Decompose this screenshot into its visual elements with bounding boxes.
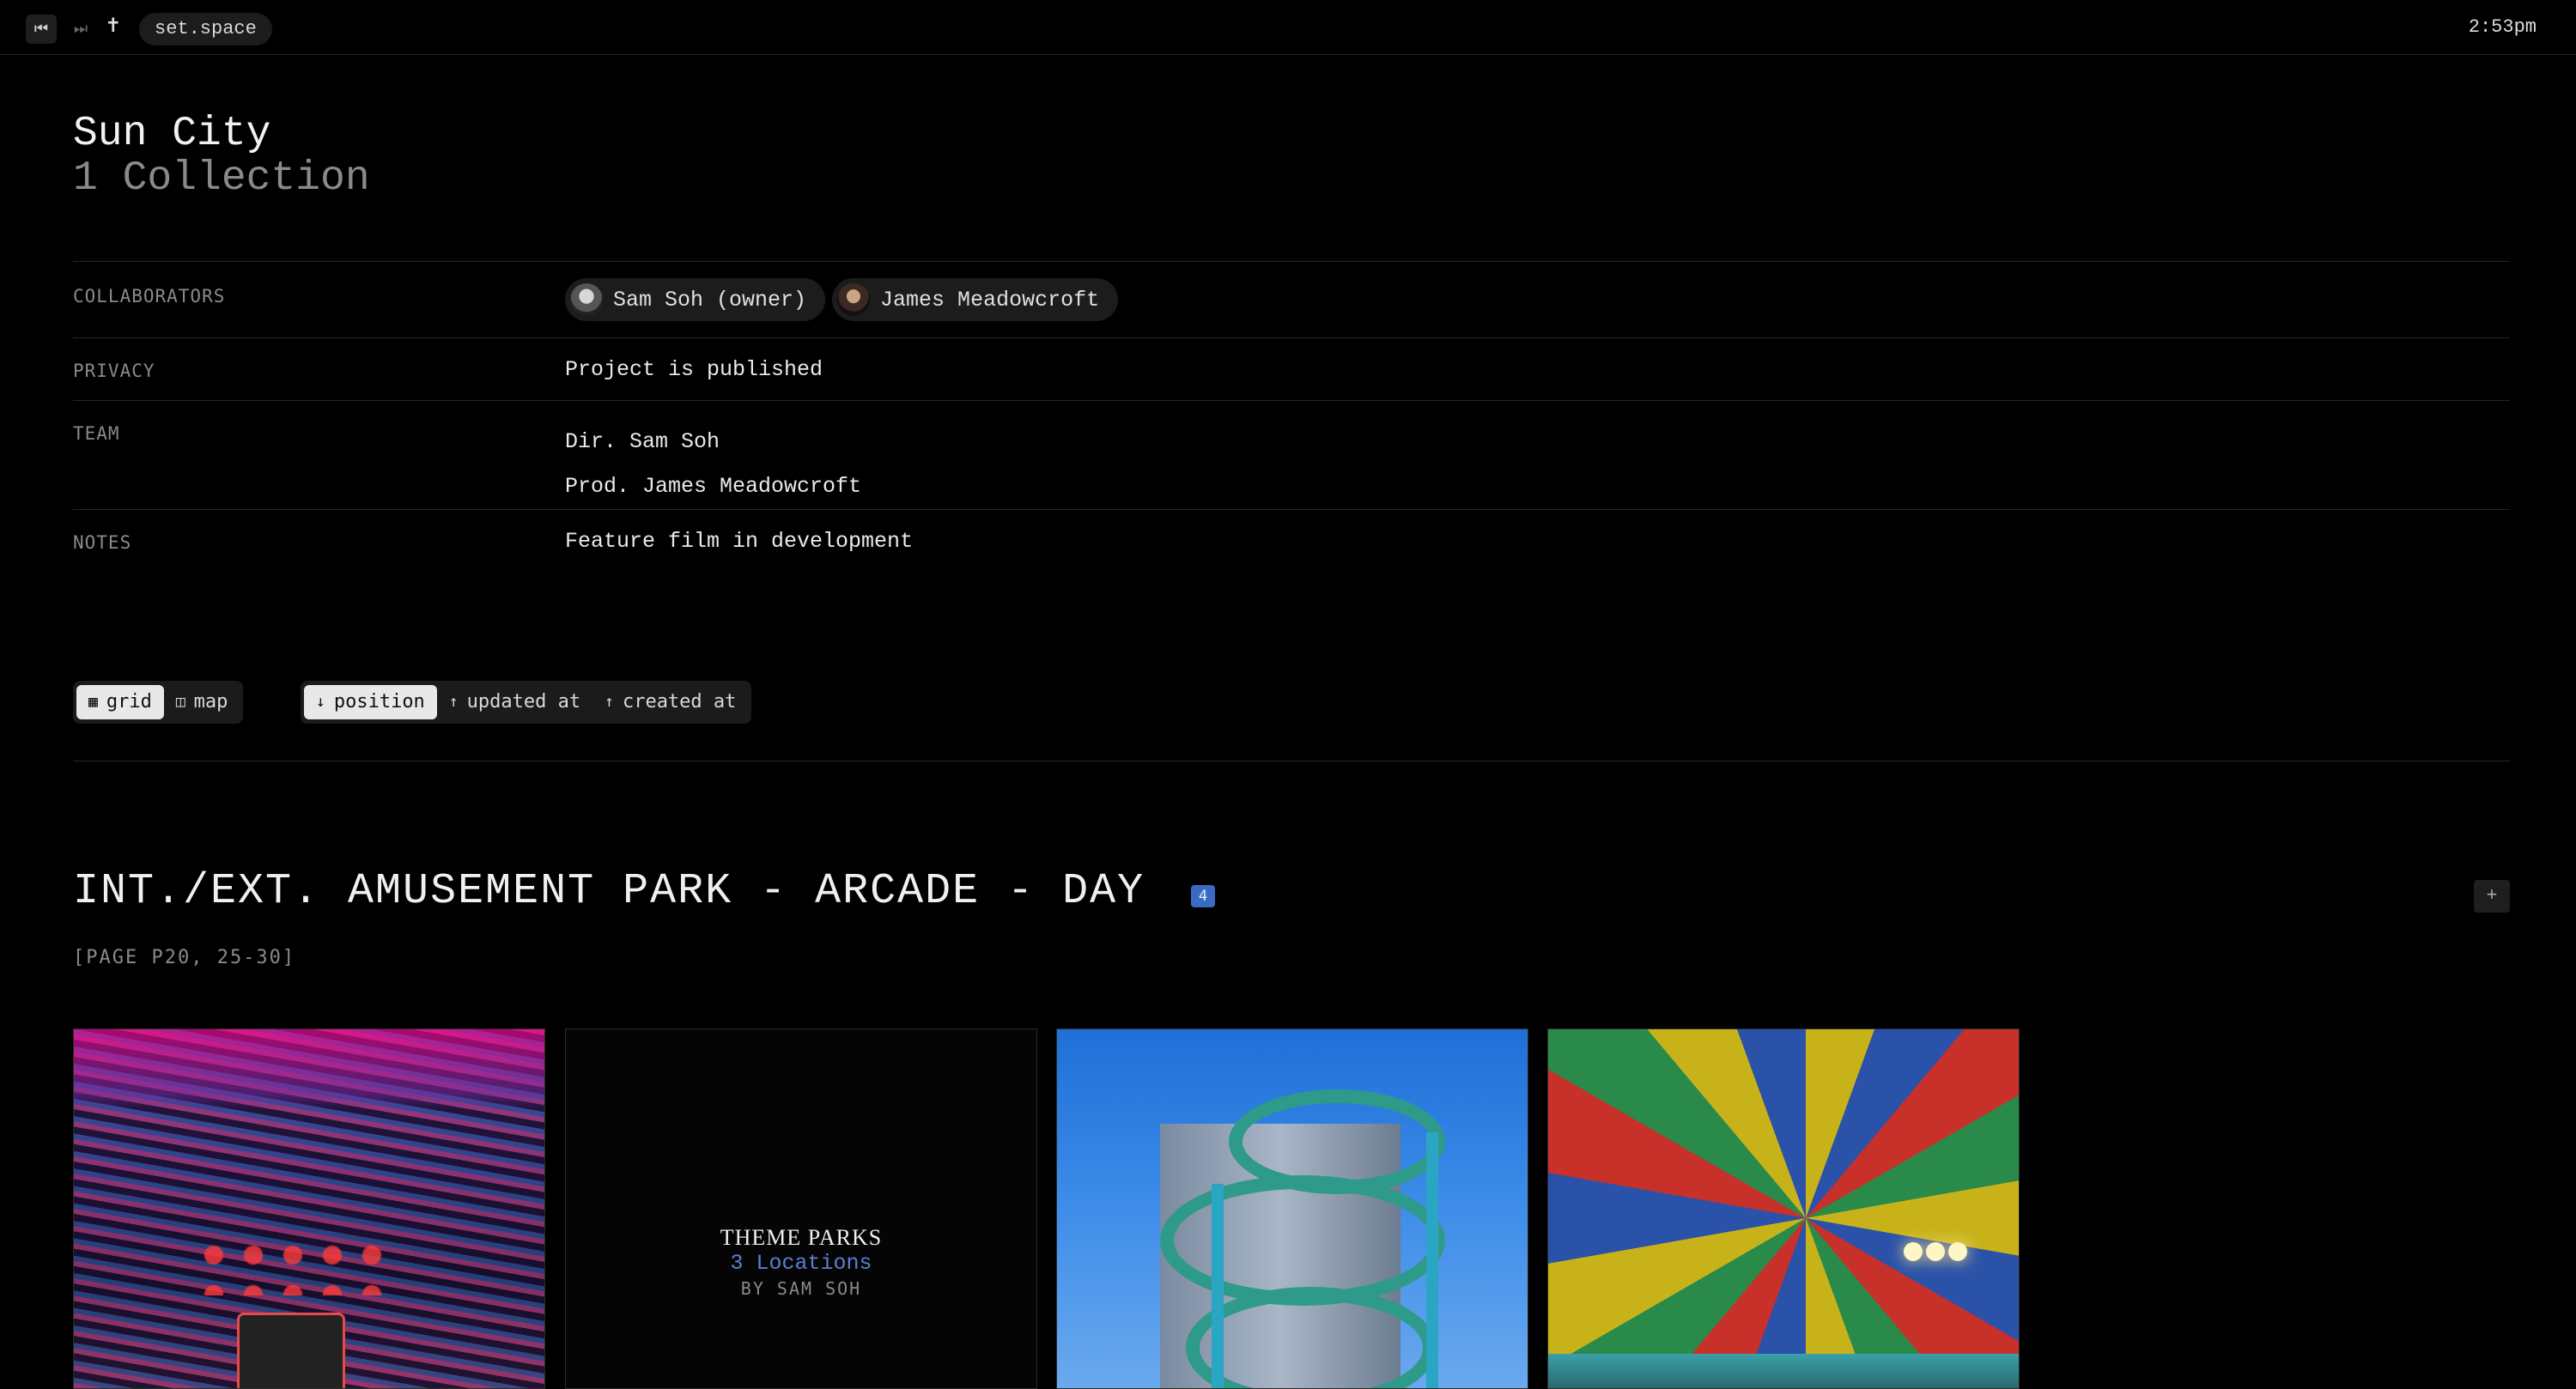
map-view-button[interactable]: ◫ map bbox=[164, 685, 240, 719]
collection-locations[interactable]: 3 Locations bbox=[566, 1251, 1036, 1276]
collaborator-chip[interactable]: Sam Soh (owner) bbox=[565, 278, 826, 321]
sort-updated-label: updated at bbox=[466, 691, 581, 713]
collaborators-label: COLLABORATORS bbox=[73, 286, 226, 306]
team-list: Dir. Sam Soh Prod. James Meadowcroft bbox=[565, 420, 861, 509]
arrow-down-icon: ↓ bbox=[316, 693, 325, 711]
clock: 2:53pm bbox=[2468, 16, 2537, 38]
arrow-up-icon: ↑ bbox=[448, 693, 459, 711]
location-card-arcade[interactable] bbox=[73, 1028, 545, 1389]
ceiling-lamp bbox=[1948, 1242, 1967, 1261]
arcade-machine bbox=[237, 1313, 345, 1388]
collection-title: THEME PARKS bbox=[720, 1225, 883, 1250]
skip-forward-icon[interactable]: ⏭ bbox=[65, 15, 96, 44]
notes-value: Feature film in development bbox=[565, 529, 914, 554]
scene-pages: [PAGE P20, 25-30] bbox=[73, 947, 296, 968]
collaborator-name: James Meadowcroft bbox=[880, 287, 1100, 312]
slide-support bbox=[1212, 1184, 1224, 1388]
top-bar: ⏮ ⏭ ✝ set.space 2:53pm bbox=[0, 0, 2576, 55]
collaborator-name: Sam Soh (owner) bbox=[613, 287, 807, 312]
grid-view-button[interactable]: ▦ grid bbox=[76, 685, 164, 719]
palm-tree-icon[interactable]: ✝ bbox=[106, 12, 120, 39]
sort-toggle: ↓ position ↑ updated at ↑ created at bbox=[301, 681, 752, 724]
tent-photo bbox=[1548, 1029, 2019, 1388]
collaborators-list: Sam Soh (owner) James Meadowcroft bbox=[565, 278, 1125, 323]
avatar bbox=[570, 283, 603, 316]
sort-created-label: created at bbox=[622, 691, 737, 713]
grid-label: grid bbox=[106, 691, 152, 713]
plus-icon[interactable]: + bbox=[2474, 880, 2510, 913]
team-member: Prod. James Meadowcroft bbox=[565, 474, 862, 499]
project-details: COLLABORATORS Sam Soh (owner) James Mead… bbox=[73, 261, 2510, 572]
collaborator-chip[interactable]: James Meadowcroft bbox=[832, 278, 1119, 321]
collection-count: 1 Collection bbox=[73, 155, 370, 202]
scene-title: INT./EXT. AMUSEMENT PARK - ARCADE - DAY bbox=[73, 867, 1145, 916]
collection-card-theme-parks[interactable]: THEME PARKS 3 Locations BY SAM SOH bbox=[565, 1028, 1037, 1389]
collaborators-row: COLLABORATORS Sam Soh (owner) James Mead… bbox=[73, 261, 2510, 337]
map-icon: ◫ bbox=[175, 693, 185, 711]
team-label: TEAM bbox=[73, 423, 120, 444]
project-name: Sun City bbox=[73, 111, 271, 157]
page-title: Sun City 1 Collection bbox=[73, 112, 370, 201]
skip-back-icon[interactable]: ⏮ bbox=[26, 15, 57, 44]
sort-created-button[interactable]: ↑ created at bbox=[592, 685, 748, 719]
avatar bbox=[837, 283, 871, 316]
sort-position-button[interactable]: ↓ position bbox=[304, 685, 437, 719]
map-label: map bbox=[193, 691, 228, 713]
team-member: Dir. Sam Soh bbox=[565, 429, 720, 454]
team-row: TEAM Dir. Sam Soh Prod. James Meadowcrof… bbox=[73, 400, 2510, 509]
slide-support bbox=[1426, 1132, 1438, 1388]
arrow-up-icon: ↑ bbox=[605, 693, 614, 711]
privacy-value: Project is published bbox=[565, 357, 823, 382]
location-card-waterpark[interactable] bbox=[1056, 1028, 1528, 1389]
privacy-row: PRIVACY Project is published bbox=[73, 337, 2510, 400]
collection-author: BY SAM SOH bbox=[740, 1278, 862, 1299]
location-card-tent[interactable] bbox=[1547, 1028, 2020, 1389]
arcade-lights bbox=[194, 1235, 392, 1295]
ceiling-lamp bbox=[1904, 1242, 1923, 1261]
sort-position-label: position bbox=[333, 691, 425, 713]
sort-updated-button[interactable]: ↑ updated at bbox=[437, 685, 592, 719]
grid-icon: ▦ bbox=[88, 693, 98, 711]
view-toggle: ▦ grid ◫ map bbox=[73, 681, 244, 724]
ceiling-lamp bbox=[1926, 1242, 1945, 1261]
store-shelf bbox=[1548, 1354, 2019, 1388]
notes-label: NOTES bbox=[73, 532, 132, 553]
site-link[interactable]: set.space bbox=[139, 13, 272, 45]
privacy-label: PRIVACY bbox=[73, 361, 155, 381]
scene-count-badge: 4 bbox=[1191, 885, 1215, 907]
notes-row: NOTES Feature film in development bbox=[73, 509, 2510, 572]
